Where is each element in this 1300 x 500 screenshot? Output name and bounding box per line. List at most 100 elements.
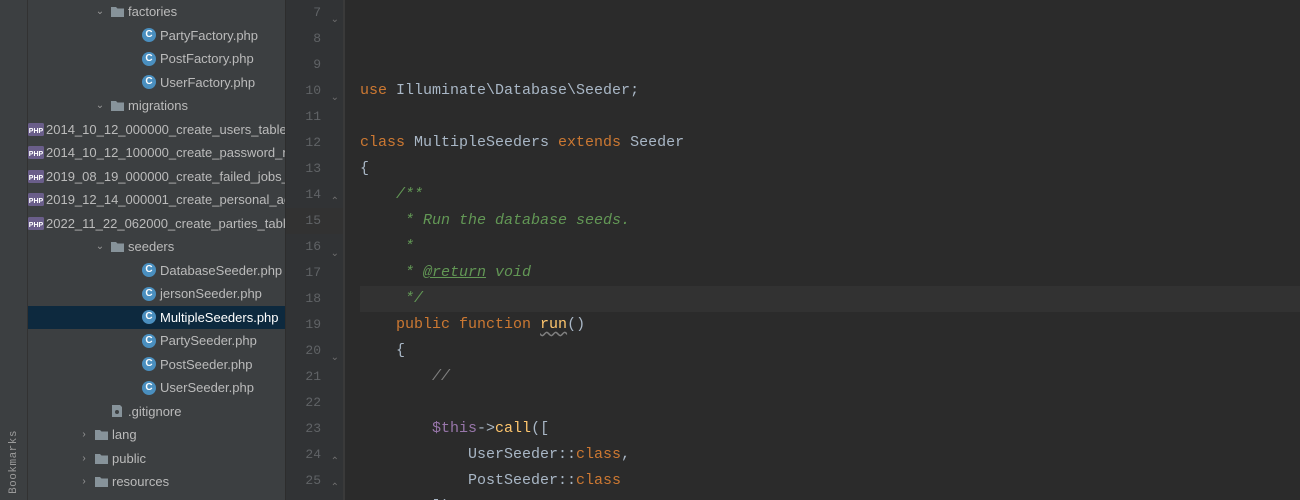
- fold-open-icon[interactable]: ⌄: [329, 8, 339, 18]
- chevron-down-icon[interactable]: ⌄: [92, 100, 108, 111]
- line-number[interactable]: 18: [286, 286, 343, 312]
- tree-row[interactable]: ⌄factories: [28, 0, 285, 24]
- line-number[interactable]: 15: [286, 208, 343, 234]
- code-line[interactable]: *: [360, 234, 1300, 260]
- tree-row[interactable]: CUserFactory.php: [28, 71, 285, 95]
- code-area[interactable]: use Illuminate\Database\Seeder; class Mu…: [344, 0, 1300, 500]
- line-number[interactable]: 8: [286, 26, 343, 52]
- code-line[interactable]: ]);: [360, 494, 1300, 500]
- tree-row[interactable]: PHP2014_10_12_100000_create_password_res…: [28, 141, 285, 165]
- tree-row[interactable]: CPartyFactory.php: [28, 24, 285, 48]
- tree-row[interactable]: ›resources: [28, 470, 285, 494]
- chevron-down-icon[interactable]: ⌄: [92, 241, 108, 252]
- php-file-icon: PHP: [28, 170, 44, 183]
- code-line[interactable]: {: [360, 338, 1300, 364]
- tree-row[interactable]: PHP2019_08_19_000000_create_failed_jobs_…: [28, 165, 285, 189]
- tree-item-label: MultipleSeeders.php: [158, 310, 279, 325]
- fold-close-icon[interactable]: ⌃: [329, 190, 339, 200]
- code-line[interactable]: * Run the database seeds.: [360, 208, 1300, 234]
- line-number[interactable]: 19: [286, 312, 343, 338]
- class-icon: C: [140, 263, 158, 277]
- svg-text:PHP: PHP: [29, 198, 44, 205]
- line-number[interactable]: 20⌄: [286, 338, 343, 364]
- fold-open-icon[interactable]: ⌄: [329, 242, 339, 252]
- code-line[interactable]: UserSeeder::class,: [360, 442, 1300, 468]
- token: [360, 420, 432, 437]
- line-number[interactable]: 23: [286, 416, 343, 442]
- tree-item-label: PartyFactory.php: [158, 28, 258, 43]
- line-number[interactable]: 22: [286, 390, 343, 416]
- line-number[interactable]: 21: [286, 364, 343, 390]
- token: ,: [621, 446, 630, 463]
- tree-row[interactable]: PHP2014_10_12_000000_create_users_table.…: [28, 118, 285, 142]
- tree-row[interactable]: PHP2019_12_14_000001_create_personal_acc…: [28, 188, 285, 212]
- gutter[interactable]: 7⌄8910⌄11121314⌃1516⌄17181920⌄21222324⌃2…: [286, 0, 344, 500]
- tree-row[interactable]: ›routes: [28, 494, 285, 500]
- line-number[interactable]: 13: [286, 156, 343, 182]
- chevron-right-icon[interactable]: ›: [76, 429, 92, 440]
- tree-row[interactable]: ›public: [28, 447, 285, 471]
- tree-row[interactable]: CjersonSeeder.php: [28, 282, 285, 306]
- tree-row[interactable]: ⌄seeders: [28, 235, 285, 259]
- chevron-right-icon[interactable]: ›: [76, 453, 92, 464]
- project-tree[interactable]: ⌄factoriesCPartyFactory.phpCPostFactory.…: [28, 0, 286, 500]
- tree-row[interactable]: PHP2022_11_22_062000_create_parties_tabl…: [28, 212, 285, 236]
- fold-close-icon[interactable]: ⌃: [329, 450, 339, 460]
- code-line[interactable]: [360, 390, 1300, 416]
- token: {: [360, 342, 405, 359]
- code-line[interactable]: class MultipleSeeders extends Seeder: [360, 130, 1300, 156]
- code-line[interactable]: * @return void: [360, 260, 1300, 286]
- bookmarks-toolwindow-button[interactable]: Bookmarks: [8, 424, 20, 500]
- tree-row[interactable]: CUserSeeder.php: [28, 376, 285, 400]
- folder-icon: [108, 240, 126, 253]
- tree-row[interactable]: CPostFactory.php: [28, 47, 285, 71]
- tree-item-label: 2022_11_22_062000_create_parties_table.p…: [44, 216, 286, 231]
- code-line[interactable]: $this->call([: [360, 416, 1300, 442]
- tree-item-label: DatabaseSeeder.php: [158, 263, 282, 278]
- token: (): [567, 316, 585, 333]
- line-number[interactable]: 12: [286, 130, 343, 156]
- ide-root: Bookmarks ⌄factoriesCPartyFactory.phpCPo…: [0, 0, 1300, 500]
- code-line[interactable]: {: [360, 156, 1300, 182]
- line-number[interactable]: 17: [286, 260, 343, 286]
- line-number[interactable]: 10⌄: [286, 78, 343, 104]
- editor: 7⌄8910⌄11121314⌃1516⌄17181920⌄21222324⌃2…: [286, 0, 1300, 500]
- code-line[interactable]: /**: [360, 182, 1300, 208]
- code-line[interactable]: public function run(): [360, 312, 1300, 338]
- line-number[interactable]: 25⌃: [286, 468, 343, 494]
- chevron-right-icon[interactable]: ›: [76, 476, 92, 487]
- code-line[interactable]: //: [360, 364, 1300, 390]
- chevron-down-icon[interactable]: ⌄: [92, 6, 108, 17]
- token: ([: [531, 420, 549, 437]
- tree-row[interactable]: CMultipleSeeders.php: [28, 306, 285, 330]
- token: Seeder: [630, 134, 684, 151]
- code-line[interactable]: */: [360, 286, 1300, 312]
- tree-item-label: PostFactory.php: [158, 51, 254, 66]
- line-number[interactable]: 16⌄: [286, 234, 343, 260]
- fold-open-icon[interactable]: ⌄: [329, 346, 339, 356]
- code-line[interactable]: use Illuminate\Database\Seeder;: [360, 78, 1300, 104]
- token: PostSeeder::: [360, 472, 576, 489]
- fold-open-icon[interactable]: ⌄: [329, 86, 339, 96]
- line-number[interactable]: 7⌄: [286, 0, 343, 26]
- line-number[interactable]: 9: [286, 52, 343, 78]
- line-number[interactable]: 14⌃: [286, 182, 343, 208]
- folder-icon: [92, 475, 110, 488]
- code-line[interactable]: PostSeeder::class: [360, 468, 1300, 494]
- line-number[interactable]: 26: [286, 494, 343, 500]
- folder-icon: [92, 428, 110, 441]
- php-file-icon: PHP: [28, 217, 44, 230]
- token: * Run the database seeds.: [360, 212, 630, 229]
- tree-row[interactable]: ⌄migrations: [28, 94, 285, 118]
- tree-row[interactable]: CPartySeeder.php: [28, 329, 285, 353]
- tree-row[interactable]: .gitignore: [28, 400, 285, 424]
- tree-row[interactable]: CPostSeeder.php: [28, 353, 285, 377]
- line-number[interactable]: 11: [286, 104, 343, 130]
- tree-item-label: 2019_08_19_000000_create_failed_jobs_tab…: [44, 169, 286, 184]
- fold-close-icon[interactable]: ⌃: [329, 476, 339, 486]
- tree-row[interactable]: ›lang: [28, 423, 285, 447]
- line-number[interactable]: 24⌃: [286, 442, 343, 468]
- tree-row[interactable]: CDatabaseSeeder.php: [28, 259, 285, 283]
- code-line[interactable]: [360, 104, 1300, 130]
- token: {: [360, 160, 369, 177]
